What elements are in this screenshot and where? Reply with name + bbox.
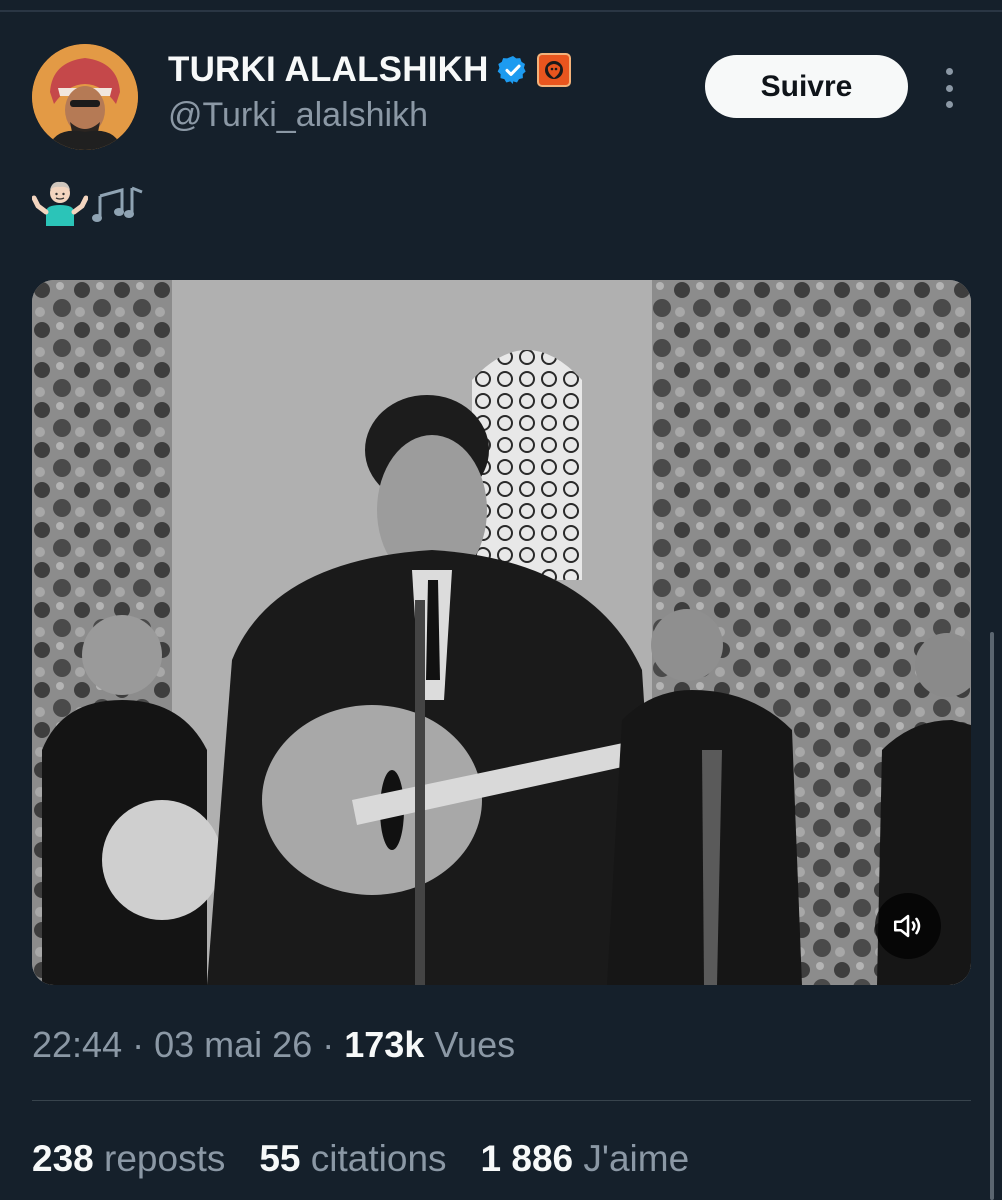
shrug-emoji-icon [32, 181, 88, 226]
verified-badge-icon [497, 54, 529, 86]
tweet-video[interactable] [32, 280, 971, 985]
likes-count: 1 886 [480, 1138, 574, 1179]
views-count: 173k [344, 1024, 425, 1065]
reposts-label: reposts [104, 1138, 226, 1179]
quotes-count: 55 [259, 1138, 301, 1179]
stats-divider [32, 1100, 971, 1101]
quotes-label: citations [310, 1138, 447, 1179]
author-avatar[interactable] [32, 44, 138, 150]
author-handle[interactable]: @Turki_alalshikh [168, 96, 428, 135]
top-divider [0, 10, 1002, 12]
page-scrollbar[interactable] [990, 632, 994, 1200]
tweet-time[interactable]: 22:44 [32, 1024, 122, 1065]
follow-button[interactable]: Suivre [705, 55, 908, 118]
video-frame [32, 280, 971, 985]
meta-separator: · [322, 1024, 335, 1065]
quotes-stat[interactable]: 55 citations [259, 1138, 446, 1180]
affiliation-badge-icon[interactable] [536, 53, 571, 87]
engagement-stats: 238 reposts 55 citations 1 886 J'aime [32, 1138, 689, 1180]
likes-label: J'aime [583, 1138, 690, 1179]
tweet-meta: 22:44 · 03 mai 26 · 173k Vues [32, 1024, 515, 1066]
reposts-count: 238 [32, 1138, 94, 1179]
mute-toggle-button[interactable] [875, 893, 941, 959]
more-options-icon[interactable] [936, 68, 962, 108]
views-label: Vues [434, 1024, 516, 1065]
author-name-row: TURKI ALALSHIKH [168, 50, 571, 90]
tweet-text: 🤷🏻‍♂️🎶 [32, 176, 148, 232]
reposts-stat[interactable]: 238 reposts [32, 1138, 225, 1180]
avatar-image [32, 44, 138, 150]
meta-separator: · [132, 1024, 145, 1065]
author-display-name[interactable]: TURKI ALALSHIKH [168, 50, 489, 90]
tweet-date[interactable]: 03 mai 26 [154, 1024, 312, 1065]
likes-stat[interactable]: 1 886 J'aime [481, 1138, 690, 1180]
speaker-muted-icon [893, 914, 921, 938]
music-notes-emoji-icon [92, 186, 143, 222]
